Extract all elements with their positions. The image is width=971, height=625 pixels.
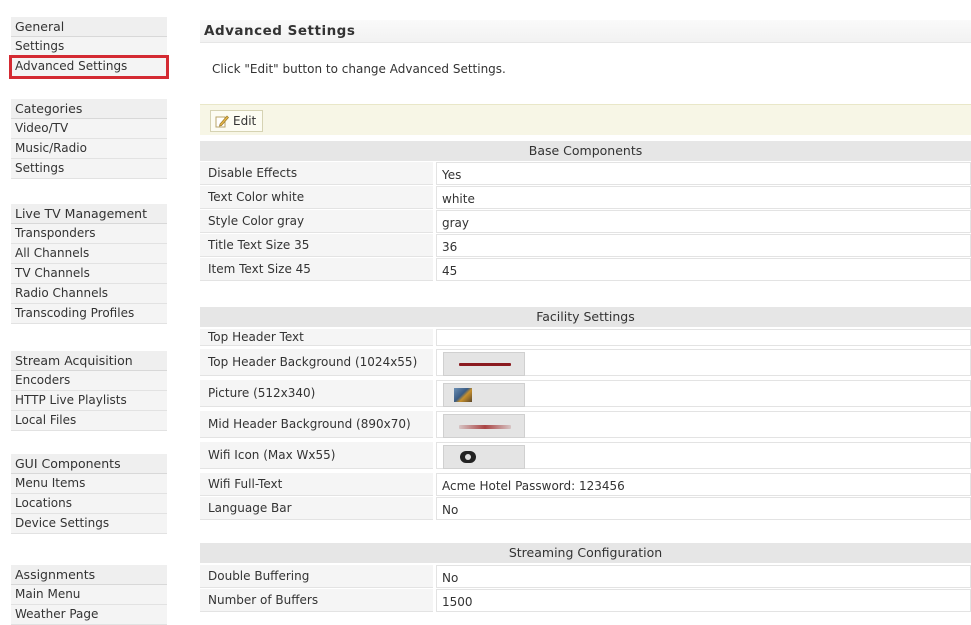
settings-row: Title Text Size 35 36 (200, 234, 971, 258)
settings-row: Wifi Icon (Max Wx55) (200, 442, 971, 470)
main-content: Advanced Settings Click "Edit" button to… (200, 0, 971, 612)
sidebar: General Settings Advanced Settings Categ… (0, 0, 180, 625)
intro-text: Click "Edit" button to change Advanced S… (212, 62, 506, 76)
setting-value: Acme Hotel Password: 123456 (436, 473, 971, 496)
sidebar-group-title: Stream Acquisition (11, 351, 167, 371)
setting-label: Double Buffering (200, 565, 433, 588)
wifi-icon (460, 451, 476, 463)
sidebar-item-main-menu[interactable]: Main Menu (11, 585, 167, 605)
picture-thumbnail[interactable] (443, 383, 525, 407)
settings-row: Top Header Background (1024x55) (200, 349, 971, 377)
header-bar-preview (459, 363, 511, 366)
page-title-bar: Advanced Settings (200, 20, 971, 43)
sidebar-item-advanced-settings[interactable]: Advanced Settings (9, 55, 169, 79)
sidebar-item-local-files[interactable]: Local Files (11, 411, 167, 431)
toolbar: Edit (200, 104, 971, 135)
sidebar-item-tv-channels[interactable]: TV Channels (11, 264, 167, 284)
setting-label: Text Color white (200, 186, 433, 209)
mid-header-bar-preview (459, 425, 511, 429)
setting-value: gray (436, 210, 971, 233)
sidebar-item-settings[interactable]: Settings (11, 37, 167, 57)
setting-value (436, 442, 971, 469)
sidebar-group-general: General Settings Advanced Settings (9, 17, 169, 79)
sidebar-group-gui-components: GUI Components Menu Items Locations Devi… (11, 454, 167, 534)
setting-label: Mid Header Background (890x70) (200, 411, 433, 438)
settings-row: Style Color gray gray (200, 210, 971, 234)
sidebar-item-transcoding-profiles[interactable]: Transcoding Profiles (11, 304, 167, 324)
settings-row: Top Header Text (200, 329, 971, 347)
pencil-icon (215, 114, 229, 128)
setting-label: Title Text Size 35 (200, 234, 433, 257)
sidebar-group-title: Categories (11, 99, 167, 119)
sidebar-group-live-tv: Live TV Management Transponders All Chan… (11, 204, 167, 324)
section-header-base-components: Base Components (200, 141, 971, 161)
sidebar-item-encoders[interactable]: Encoders (11, 371, 167, 391)
sidebar-group-title: GUI Components (11, 454, 167, 474)
sidebar-group-categories: Categories Video/TV Music/Radio Settings (11, 99, 167, 179)
edit-button[interactable]: Edit (210, 110, 264, 132)
image-thumbnail-icon (454, 388, 472, 402)
sidebar-item-http-live-playlists[interactable]: HTTP Live Playlists (11, 391, 167, 411)
setting-label: Item Text Size 45 (200, 258, 433, 281)
setting-label: Top Header Text (200, 329, 433, 346)
page-title: Advanced Settings (204, 23, 356, 39)
setting-label: Top Header Background (1024x55) (200, 349, 433, 376)
setting-value (436, 349, 971, 376)
setting-value: 36 (436, 234, 971, 257)
setting-value: No (436, 497, 971, 520)
settings-row: Picture (512x340) (200, 380, 971, 408)
setting-label: Disable Effects (200, 162, 433, 185)
settings-row: Number of Buffers 1500 (200, 589, 971, 613)
settings-row: Text Color white white (200, 186, 971, 210)
sidebar-item-menu-items[interactable]: Menu Items (11, 474, 167, 494)
sidebar-group-stream-acquisition: Stream Acquisition Encoders HTTP Live Pl… (11, 351, 167, 431)
mid-header-background-thumbnail[interactable] (443, 414, 525, 438)
setting-label: Wifi Full-Text (200, 473, 433, 496)
settings-row: Language Bar No (200, 497, 971, 521)
settings-row: Wifi Full-Text Acme Hotel Password: 1234… (200, 473, 971, 497)
setting-label: Style Color gray (200, 210, 433, 233)
header-background-thumbnail[interactable] (443, 352, 525, 376)
sidebar-item-radio-channels[interactable]: Radio Channels (11, 284, 167, 304)
section-header-streaming-configuration: Streaming Configuration (200, 543, 971, 563)
setting-label: Wifi Icon (Max Wx55) (200, 442, 433, 469)
settings-row: Double Buffering No (200, 565, 971, 589)
sidebar-item-all-channels[interactable]: All Channels (11, 244, 167, 264)
setting-label: Picture (512x340) (200, 380, 433, 407)
settings-row: Item Text Size 45 45 (200, 258, 971, 282)
setting-value (436, 329, 971, 346)
sidebar-item-device-settings[interactable]: Device Settings (11, 514, 167, 534)
setting-value: No (436, 565, 971, 588)
sidebar-item-video-tv[interactable]: Video/TV (11, 119, 167, 139)
sidebar-item-weather-page[interactable]: Weather Page (11, 605, 167, 625)
sidebar-item-transponders[interactable]: Transponders (11, 224, 167, 244)
setting-value: 45 (436, 258, 971, 281)
setting-value: white (436, 186, 971, 209)
setting-label: Number of Buffers (200, 589, 433, 612)
edit-button-label: Edit (233, 114, 257, 128)
sidebar-item-music-radio[interactable]: Music/Radio (11, 139, 167, 159)
sidebar-group-assignments: Assignments Main Menu Weather Page (11, 565, 167, 625)
setting-label: Language Bar (200, 497, 433, 520)
setting-value (436, 380, 971, 407)
sidebar-item-category-settings[interactable]: Settings (11, 159, 167, 179)
settings-row: Disable Effects Yes (200, 162, 971, 186)
sidebar-item-locations[interactable]: Locations (11, 494, 167, 514)
setting-value: Yes (436, 162, 971, 185)
sidebar-group-title: Assignments (11, 565, 167, 585)
setting-value: 1500 (436, 589, 971, 612)
sidebar-group-title: General (11, 17, 167, 37)
section-header-facility-settings: Facility Settings (200, 307, 971, 327)
sidebar-group-title: Live TV Management (11, 204, 167, 224)
settings-row: Mid Header Background (890x70) (200, 411, 971, 439)
wifi-icon-thumbnail[interactable] (443, 445, 525, 469)
setting-value (436, 411, 971, 438)
